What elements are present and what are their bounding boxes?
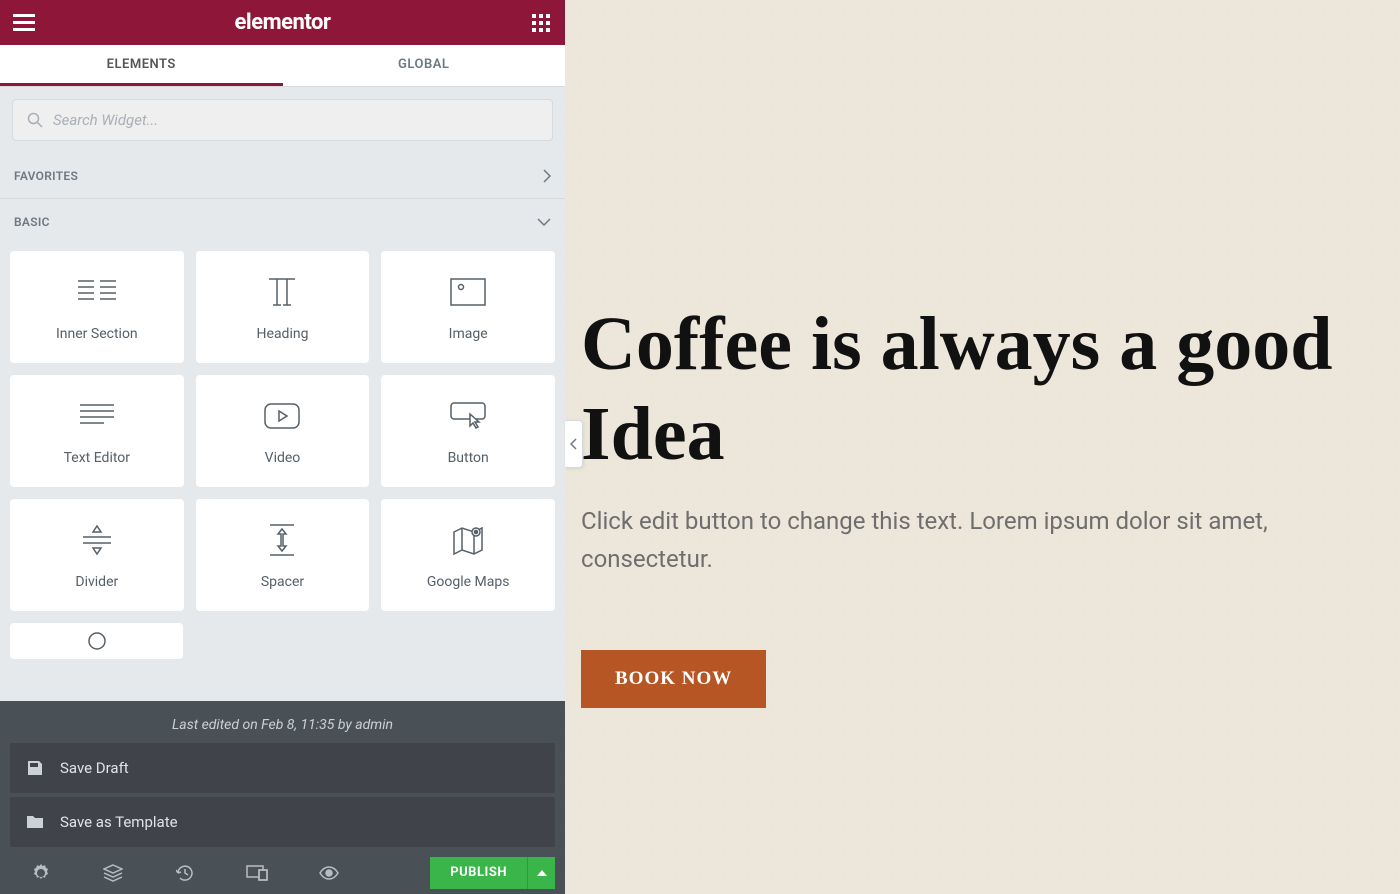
last-edited-text: Last edited on Feb 8, 11:35 by admin: [10, 711, 555, 743]
widget-image[interactable]: Image: [381, 251, 555, 363]
search-box[interactable]: [12, 99, 553, 141]
widget-spacer[interactable]: Spacer: [196, 499, 370, 611]
search-icon: [27, 112, 43, 128]
inner-section-icon: [77, 272, 117, 312]
sidebar-header: elementor: [0, 0, 565, 45]
widget-label: Spacer: [261, 574, 304, 590]
maps-icon: [448, 520, 488, 560]
publish-options-caret[interactable]: [527, 857, 555, 889]
preview-icon[interactable]: [318, 862, 340, 884]
responsive-icon[interactable]: [246, 862, 268, 884]
footer-tools: [10, 862, 430, 884]
widget-label: Google Maps: [427, 574, 510, 590]
widget-inner-section[interactable]: Inner Section: [10, 251, 184, 363]
category-basic[interactable]: BASIC: [0, 199, 565, 245]
video-icon: [262, 396, 302, 436]
widget-panel: Inner Section Heading Image Text Editor: [0, 245, 565, 701]
panel-tabs: ELEMENTS GLOBAL: [0, 45, 565, 87]
widget-label: Image: [449, 326, 488, 342]
save-icon: [26, 759, 44, 777]
widget-partial[interactable]: [10, 623, 183, 659]
chevron-down-icon: [537, 218, 551, 226]
widget-label: Text Editor: [64, 450, 130, 466]
widget-video[interactable]: Video: [196, 375, 370, 487]
image-icon: [448, 272, 488, 312]
apps-grid-icon[interactable]: [529, 11, 553, 35]
publish-group: PUBLISH: [430, 857, 555, 889]
settings-icon[interactable]: [30, 862, 52, 884]
widget-label: Inner Section: [56, 326, 138, 342]
text-editor-icon: [77, 396, 117, 436]
category-label: BASIC: [14, 215, 50, 229]
widget-label: Video: [265, 450, 301, 466]
chevron-right-icon: [543, 169, 551, 183]
editor-sidebar: elementor ELEMENTS GLOBAL FAVORITES BASI…: [0, 0, 565, 894]
divider-icon: [77, 520, 117, 560]
save-panel: Last edited on Feb 8, 11:35 by admin Sav…: [0, 701, 565, 851]
spacer-icon: [262, 520, 302, 560]
book-now-button[interactable]: BOOK NOW: [581, 650, 766, 708]
category-label: FAVORITES: [14, 169, 78, 183]
save-draft-button[interactable]: Save Draft: [10, 743, 555, 793]
hero-heading[interactable]: Coffee is always a good Idea: [581, 300, 1400, 479]
widget-divider[interactable]: Divider: [10, 499, 184, 611]
widget-label: Divider: [75, 574, 118, 590]
sidebar-footer: PUBLISH: [0, 851, 565, 894]
save-draft-label: Save Draft: [60, 759, 129, 777]
save-template-label: Save as Template: [60, 813, 178, 831]
save-template-button[interactable]: Save as Template: [10, 797, 555, 847]
history-icon[interactable]: [174, 862, 196, 884]
widget-button[interactable]: Button: [381, 375, 555, 487]
widget-text-editor[interactable]: Text Editor: [10, 375, 184, 487]
publish-button[interactable]: PUBLISH: [430, 857, 527, 889]
search-container: [0, 87, 565, 153]
hero-subtext[interactable]: Click edit button to change this text. L…: [581, 503, 1341, 577]
navigator-icon[interactable]: [102, 862, 124, 884]
button-icon: [448, 396, 488, 436]
app-title: elementor: [235, 10, 331, 35]
folder-icon: [26, 814, 44, 830]
heading-icon: [262, 272, 302, 312]
search-input[interactable]: [53, 111, 538, 129]
widget-grid: Inner Section Heading Image Text Editor: [10, 245, 555, 611]
widget-heading[interactable]: Heading: [196, 251, 370, 363]
widget-label: Heading: [257, 326, 309, 342]
preview-canvas[interactable]: Coffee is always a good Idea Click edit …: [565, 0, 1400, 894]
category-favorites[interactable]: FAVORITES: [0, 153, 565, 199]
widget-google-maps[interactable]: Google Maps: [381, 499, 555, 611]
widget-label: Button: [448, 450, 489, 466]
tab-elements[interactable]: ELEMENTS: [0, 45, 283, 86]
menu-icon[interactable]: [12, 11, 36, 35]
tab-global[interactable]: GLOBAL: [283, 45, 566, 86]
